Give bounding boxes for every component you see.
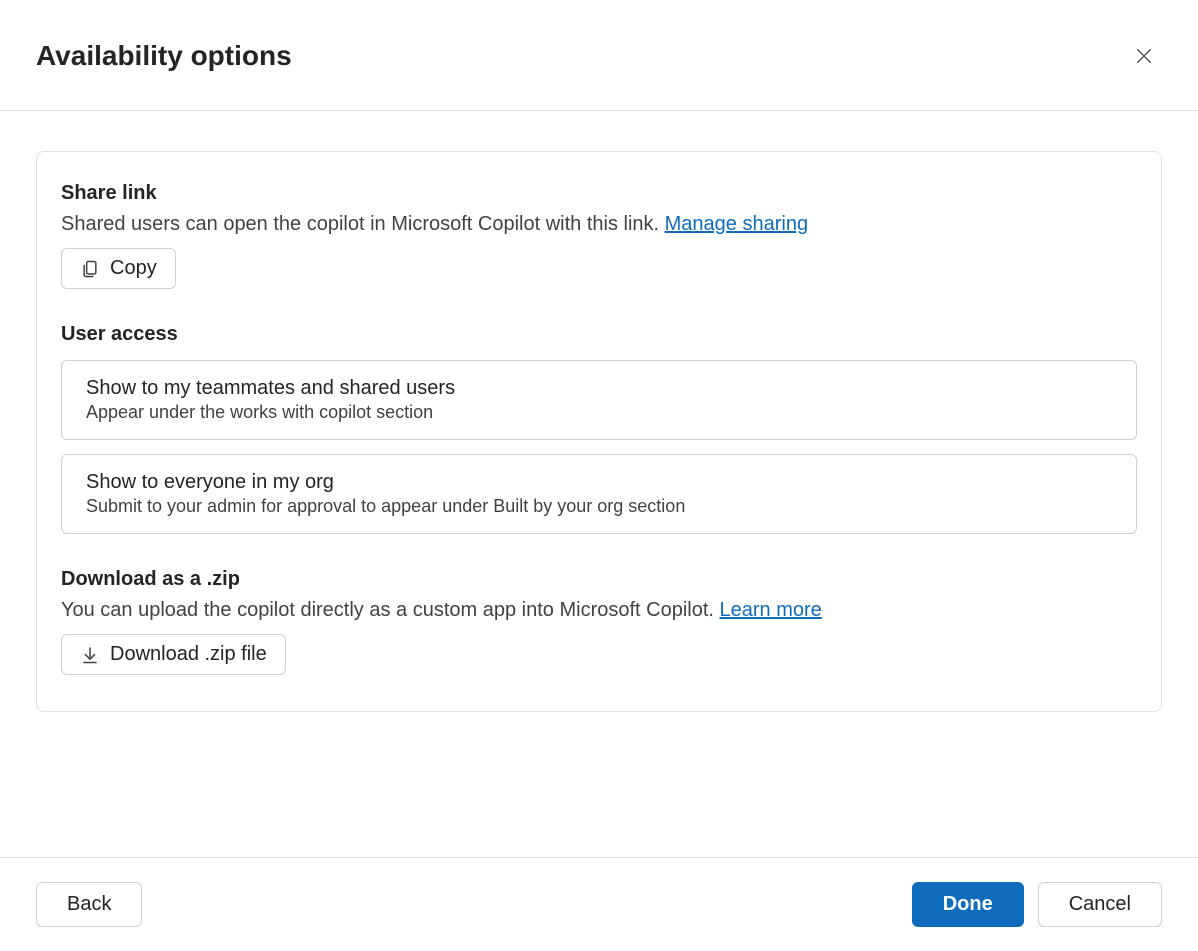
access-option-title: Show to my teammates and shared users: [86, 377, 1112, 400]
download-icon: [80, 645, 100, 665]
footer-right: Done Cancel: [912, 882, 1162, 927]
download-zip-description: You can upload the copilot directly as a…: [61, 599, 1137, 622]
copy-button[interactable]: Copy: [61, 248, 176, 289]
dialog-footer: Back Done Cancel: [0, 857, 1198, 951]
copy-icon: [80, 259, 100, 279]
dialog-header: Availability options: [0, 0, 1198, 111]
done-button[interactable]: Done: [912, 882, 1024, 927]
dialog-title: Availability options: [36, 40, 292, 72]
access-option-title: Show to everyone in my org: [86, 471, 1112, 494]
learn-more-link[interactable]: Learn more: [720, 599, 822, 621]
share-link-title: Share link: [61, 182, 1137, 205]
copy-button-label: Copy: [110, 257, 157, 280]
user-access-title: User access: [61, 323, 1137, 346]
access-option-description: Appear under the works with copilot sect…: [86, 402, 1112, 423]
close-button[interactable]: [1126, 38, 1162, 74]
dialog-content: Share link Shared users can open the cop…: [0, 111, 1198, 857]
user-access-section: User access Show to my teammates and sha…: [61, 323, 1137, 534]
manage-sharing-link[interactable]: Manage sharing: [665, 213, 808, 235]
footer-left: Back: [36, 882, 142, 927]
download-zip-button[interactable]: Download .zip file: [61, 634, 286, 675]
share-link-section: Share link Shared users can open the cop…: [61, 182, 1137, 289]
share-link-description: Shared users can open the copilot in Mic…: [61, 213, 1137, 236]
back-button[interactable]: Back: [36, 882, 142, 927]
options-card: Share link Shared users can open the cop…: [36, 151, 1162, 712]
access-option-everyone[interactable]: Show to everyone in my org Submit to you…: [61, 454, 1137, 534]
download-zip-button-label: Download .zip file: [110, 643, 267, 666]
download-zip-section: Download as a .zip You can upload the co…: [61, 568, 1137, 675]
cancel-button[interactable]: Cancel: [1038, 882, 1162, 927]
close-icon: [1134, 46, 1154, 66]
access-option-description: Submit to your admin for approval to app…: [86, 496, 1112, 517]
access-option-teammates[interactable]: Show to my teammates and shared users Ap…: [61, 360, 1137, 440]
download-zip-title: Download as a .zip: [61, 568, 1137, 591]
